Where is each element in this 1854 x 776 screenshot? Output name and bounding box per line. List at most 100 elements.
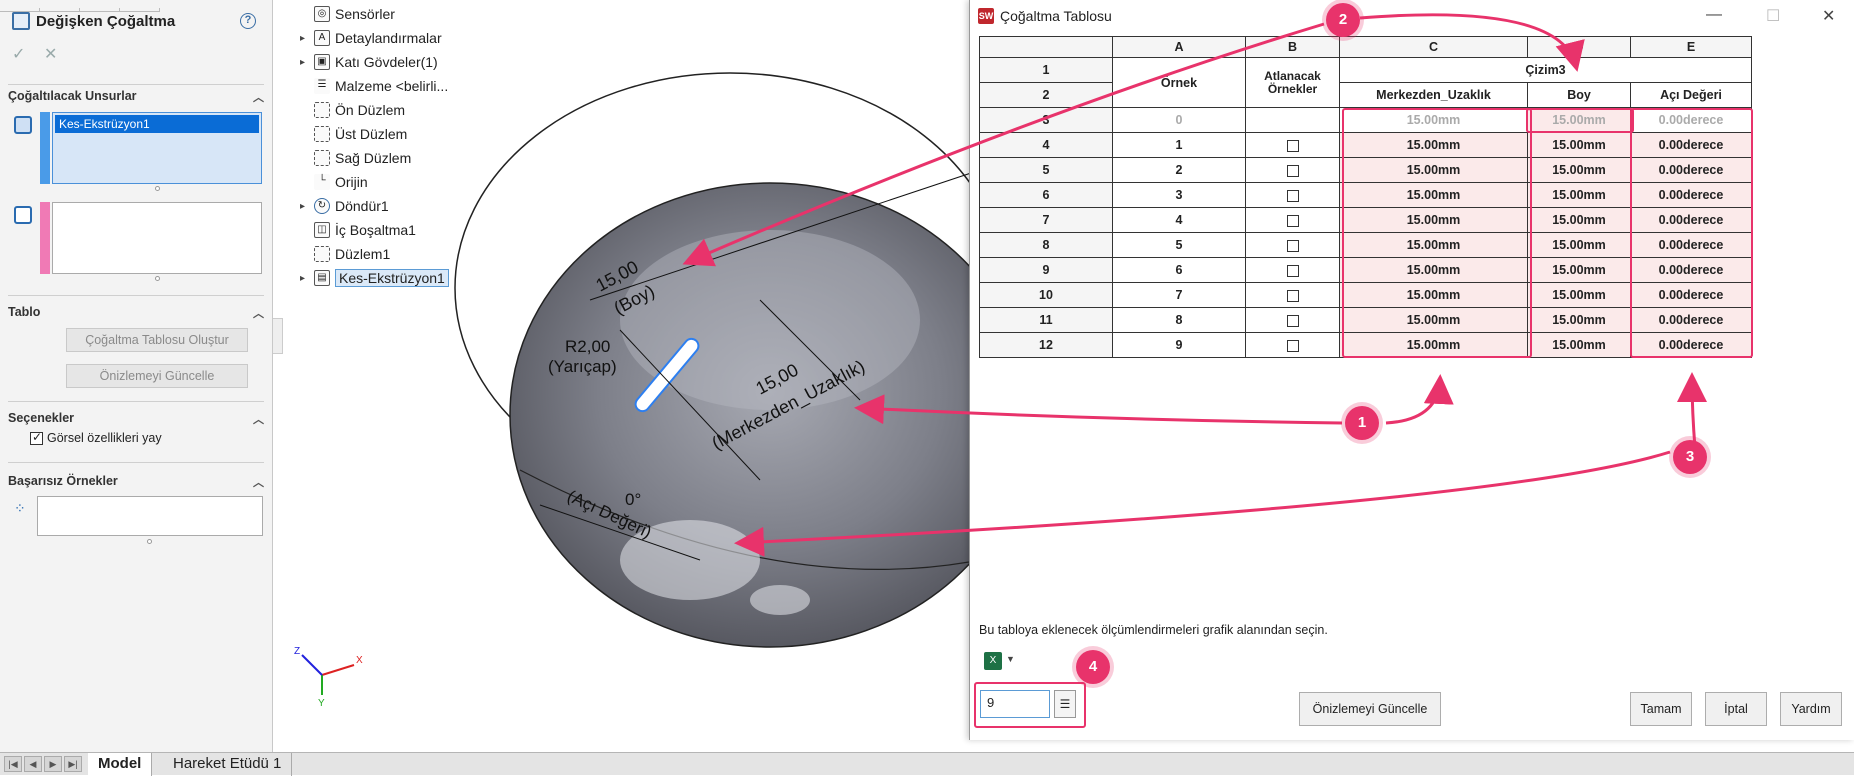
next-tab-icon[interactable]: ▶ bbox=[44, 756, 62, 772]
cancel-x-icon[interactable]: ✕ bbox=[44, 44, 57, 64]
cell-atlanacak[interactable] bbox=[1245, 182, 1340, 208]
collapse-caret-icon[interactable]: ︿ bbox=[253, 305, 264, 321]
resize-grip[interactable] bbox=[155, 186, 160, 191]
dialog-titlebar[interactable]: SW Çoğaltma Tablosu bbox=[978, 8, 1112, 24]
cell-boy[interactable]: 15.00mm bbox=[1527, 157, 1631, 183]
cell-boy[interactable]: 15.00mm bbox=[1527, 282, 1631, 308]
cell-boy[interactable]: 15.00mm bbox=[1527, 232, 1631, 258]
graphics-viewport[interactable]: 15,00 (Boy) R2,00 (Yarıçap) 15,00 (Merke… bbox=[280, 0, 969, 750]
instance-count-input[interactable]: 9 bbox=[980, 690, 1050, 718]
faces-color-strip bbox=[40, 202, 50, 274]
maximize-icon[interactable]: ☐ bbox=[1766, 6, 1780, 26]
dim-radius-value[interactable]: R2,00 bbox=[565, 337, 610, 356]
section-failed-header[interactable]: Başarısız Örnekler ︿ bbox=[8, 474, 264, 490]
create-pattern-table-button[interactable]: Çoğaltma Tablosu Oluştur bbox=[66, 328, 248, 352]
row-header[interactable]: 8 bbox=[979, 232, 1113, 258]
collapse-caret-icon[interactable]: ︿ bbox=[253, 474, 264, 490]
add-rows-icon[interactable]: ☰ bbox=[1054, 690, 1076, 718]
col-header-e[interactable]: E bbox=[1630, 36, 1752, 58]
collapse-caret-icon[interactable]: ︿ bbox=[253, 89, 264, 105]
cell-atlanacak[interactable] bbox=[1245, 332, 1340, 358]
propagate-visual-option[interactable]: Görsel özellikleri yay bbox=[30, 430, 162, 445]
cancel-button[interactable]: İptal bbox=[1705, 692, 1767, 726]
col-header-a[interactable]: A bbox=[1112, 36, 1246, 58]
skip-checkbox[interactable] bbox=[1286, 289, 1299, 302]
faces-to-pattern-list[interactable] bbox=[52, 202, 262, 274]
row-header[interactable]: 9 bbox=[979, 257, 1113, 283]
cell-atlanacak[interactable] bbox=[1245, 307, 1340, 333]
skip-checkbox[interactable] bbox=[1286, 239, 1299, 252]
dropdown-caret-icon[interactable]: ▼ bbox=[1006, 654, 1015, 664]
collapse-caret-icon[interactable]: ︿ bbox=[253, 411, 264, 427]
features-to-pattern-list[interactable]: Kes-Ekstrüzyon1 bbox=[52, 112, 262, 184]
row-header[interactable]: 12 bbox=[979, 332, 1113, 358]
ok-check-icon[interactable]: ✓ bbox=[12, 44, 25, 64]
ok-button[interactable]: Tamam bbox=[1630, 692, 1692, 726]
header-atlanacak: Atlanacak Örnekler bbox=[1245, 57, 1340, 108]
propagate-visual-checkbox[interactable] bbox=[30, 430, 43, 445]
callout-badge-2: 2 bbox=[1326, 3, 1360, 37]
skip-checkbox[interactable] bbox=[1286, 139, 1299, 152]
row-header[interactable]: 1 bbox=[979, 57, 1113, 83]
section-table-header[interactable]: Tablo ︿ bbox=[8, 305, 264, 321]
row-header[interactable]: 3 bbox=[979, 107, 1113, 133]
col-header-d[interactable]: D bbox=[1527, 36, 1631, 58]
col-header-c[interactable]: C bbox=[1339, 36, 1528, 58]
pattern-table-dialog: SW Çoğaltma Tablosu — ☐ ✕ A B C D E 1 Ör… bbox=[969, 0, 1854, 740]
row-header[interactable]: 10 bbox=[979, 282, 1113, 308]
dim-angle-value[interactable]: 0° bbox=[625, 490, 641, 509]
cell-boy[interactable]: 15.00mm bbox=[1527, 207, 1631, 233]
row-header[interactable]: 5 bbox=[979, 157, 1113, 183]
skip-checkbox[interactable] bbox=[1286, 339, 1299, 352]
col-header-b[interactable]: B bbox=[1245, 36, 1340, 58]
axis-triad-icon: X Y Z bbox=[294, 646, 363, 709]
update-preview-dialog-button[interactable]: Önizlemeyi Güncelle bbox=[1299, 692, 1441, 726]
last-tab-icon[interactable]: ▶| bbox=[64, 756, 82, 772]
cell-atlanacak[interactable] bbox=[1245, 282, 1340, 308]
section-options-label: Seçenekler bbox=[8, 411, 75, 425]
section-options-header[interactable]: Seçenekler ︿ bbox=[8, 411, 264, 427]
help-icon[interactable]: ? bbox=[240, 13, 256, 29]
excel-icon[interactable]: X bbox=[984, 652, 1002, 670]
skip-checkbox[interactable] bbox=[1286, 189, 1299, 202]
cell-ornek: 5 bbox=[1112, 232, 1246, 258]
tab-model[interactable]: Model bbox=[88, 753, 153, 776]
cell-boy[interactable]: 15.00mm bbox=[1527, 132, 1631, 158]
cell-atlanacak[interactable] bbox=[1245, 257, 1340, 283]
resize-grip[interactable] bbox=[155, 276, 160, 281]
row-header[interactable]: 4 bbox=[979, 132, 1113, 158]
section-failed-label: Başarısız Örnekler bbox=[8, 474, 118, 488]
help-button[interactable]: Yardım bbox=[1780, 692, 1842, 726]
skip-checkbox[interactable] bbox=[1286, 214, 1299, 227]
property-manager: Değişken Çoğaltma ? ✓ ✕ Çoğaltılacak Uns… bbox=[0, 0, 273, 752]
update-preview-button[interactable]: Önizlemeyi Güncelle bbox=[66, 364, 248, 388]
prev-tab-icon[interactable]: ◀ bbox=[24, 756, 42, 772]
cell-boy[interactable]: 15.00mm bbox=[1527, 257, 1631, 283]
row-header[interactable]: 2 bbox=[979, 82, 1113, 108]
close-icon[interactable]: ✕ bbox=[1822, 6, 1835, 26]
cell-atlanacak[interactable] bbox=[1245, 232, 1340, 258]
tab-motion-study[interactable]: Hareket Etüdü 1 bbox=[163, 753, 293, 776]
skip-checkbox[interactable] bbox=[1286, 164, 1299, 177]
dialog-title: Çoğaltma Tablosu bbox=[1000, 8, 1112, 24]
cell-atlanacak[interactable] bbox=[1245, 132, 1340, 158]
row-header[interactable]: 11 bbox=[979, 307, 1113, 333]
failed-instances-list[interactable] bbox=[37, 496, 263, 536]
cell-boy[interactable]: 15.00mm bbox=[1527, 182, 1631, 208]
row-header[interactable]: 6 bbox=[979, 182, 1113, 208]
row-header[interactable]: 7 bbox=[979, 207, 1113, 233]
resize-grip[interactable] bbox=[147, 539, 152, 544]
selected-feature-item[interactable]: Kes-Ekstrüzyon1 bbox=[55, 115, 259, 133]
cell-boy[interactable]: 15.00mm bbox=[1527, 332, 1631, 358]
callout-badge-3: 3 bbox=[1673, 440, 1707, 474]
minimize-icon[interactable]: — bbox=[1706, 6, 1722, 24]
cell-atlanacak[interactable] bbox=[1245, 207, 1340, 233]
faces-selection-icon bbox=[14, 206, 32, 224]
pm-tab-strip[interactable] bbox=[0, 0, 200, 12]
section-features-header[interactable]: Çoğaltılacak Unsurlar ︿ bbox=[8, 89, 264, 105]
cell-boy[interactable]: 15.00mm bbox=[1527, 307, 1631, 333]
skip-checkbox[interactable] bbox=[1286, 264, 1299, 277]
cell-atlanacak[interactable] bbox=[1245, 157, 1340, 183]
first-tab-icon[interactable]: |◀ bbox=[4, 756, 22, 772]
skip-checkbox[interactable] bbox=[1286, 314, 1299, 327]
